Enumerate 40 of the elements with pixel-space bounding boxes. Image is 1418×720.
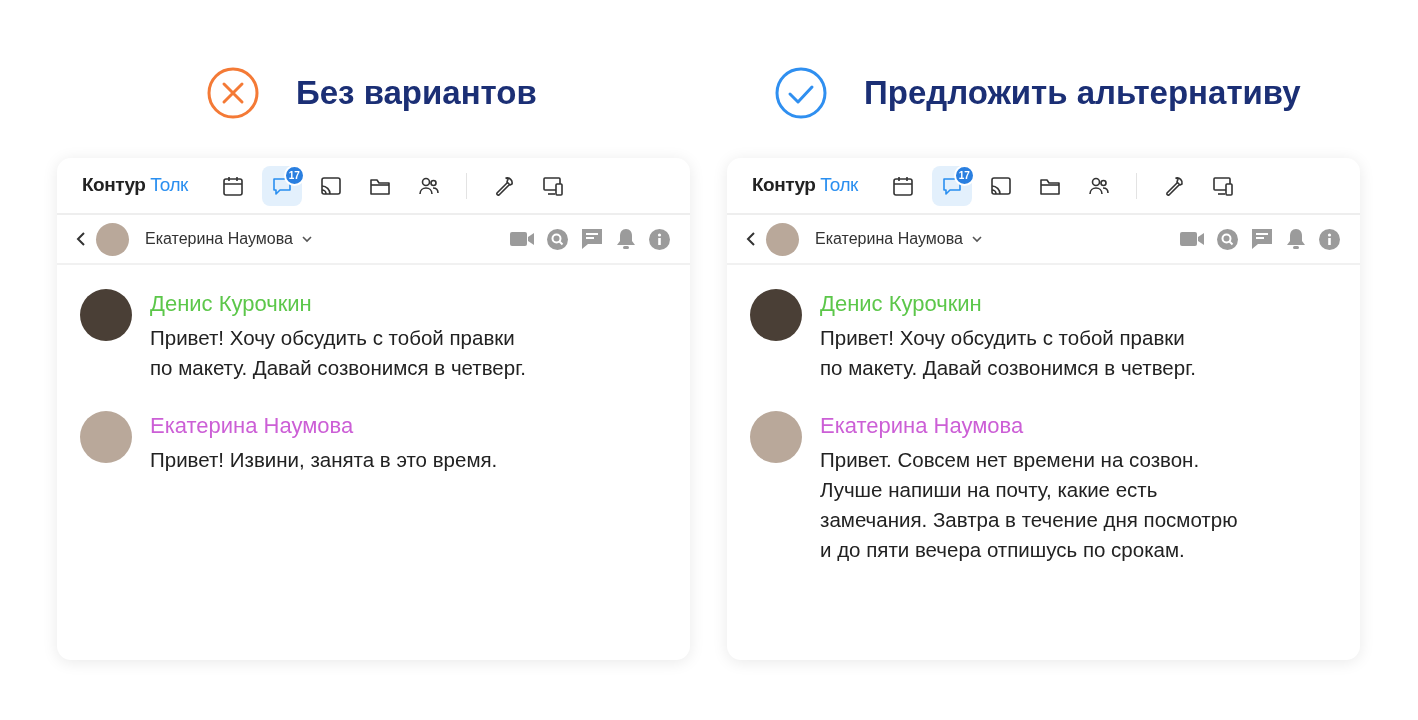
message-text: Привет! Хочу обсудить с тобой правки по макету. Давай созвонимся в четверг. <box>150 325 526 381</box>
video-camera-icon[interactable] <box>1180 231 1204 247</box>
search-icon[interactable] <box>1217 228 1238 250</box>
author-name: Денис Курочкин <box>150 290 313 318</box>
message-icon[interactable] <box>1251 228 1273 250</box>
avatar <box>80 411 132 463</box>
chevron-down-icon[interactable] <box>970 235 983 243</box>
author-name: Екатерина Наумова <box>150 412 355 440</box>
cross-circle-icon <box>207 67 259 119</box>
check-circle-icon <box>775 67 827 119</box>
avatar <box>96 222 129 256</box>
search-icon[interactable] <box>547 228 568 250</box>
info-icon[interactable] <box>1319 228 1340 250</box>
app-logo: Контур Толк <box>752 173 858 198</box>
unread-badge: 17 <box>953 164 975 186</box>
chevron-down-icon[interactable] <box>300 235 313 243</box>
back-icon[interactable] <box>75 231 87 247</box>
nav-button[interactable]: 17 <box>261 165 302 206</box>
author-name: Денис Курочкин <box>820 290 983 318</box>
chat-title: Екатерина Наумова <box>815 229 963 249</box>
video-camera-icon[interactable] <box>510 231 534 247</box>
chat-title: Екатерина Наумова <box>145 229 293 249</box>
unread-badge: 17 <box>283 164 305 186</box>
bell-icon[interactable] <box>1286 228 1306 250</box>
back-icon[interactable] <box>745 231 757 247</box>
avatar <box>750 289 802 341</box>
heading: Предложить альтернативу <box>864 73 1301 114</box>
author-name: Екатерина Наумова <box>820 412 1025 440</box>
heading: Без вариантов <box>296 73 537 114</box>
nav-button[interactable]: 17 <box>931 165 972 206</box>
info-icon[interactable] <box>649 228 670 250</box>
avatar <box>80 289 132 341</box>
bell-icon[interactable] <box>616 228 636 250</box>
message-text: Привет! Хочу обсудить с тобой правки по макету. Давай созвонимся в четверг. <box>820 325 1196 381</box>
app-logo: Контур Толк <box>82 173 188 198</box>
message-text: Привет! Извини, занята в это время. <box>150 447 498 473</box>
avatar <box>766 222 799 256</box>
message-icon[interactable] <box>581 228 603 250</box>
message-text: Привет. Совсем нет времени на созвон. Лучше напиши на почту, какие есть замечания. Завтра в течение дня посмотрю и до пяти вечера отпишусь по срокам. <box>820 447 1238 563</box>
avatar <box>750 411 802 463</box>
